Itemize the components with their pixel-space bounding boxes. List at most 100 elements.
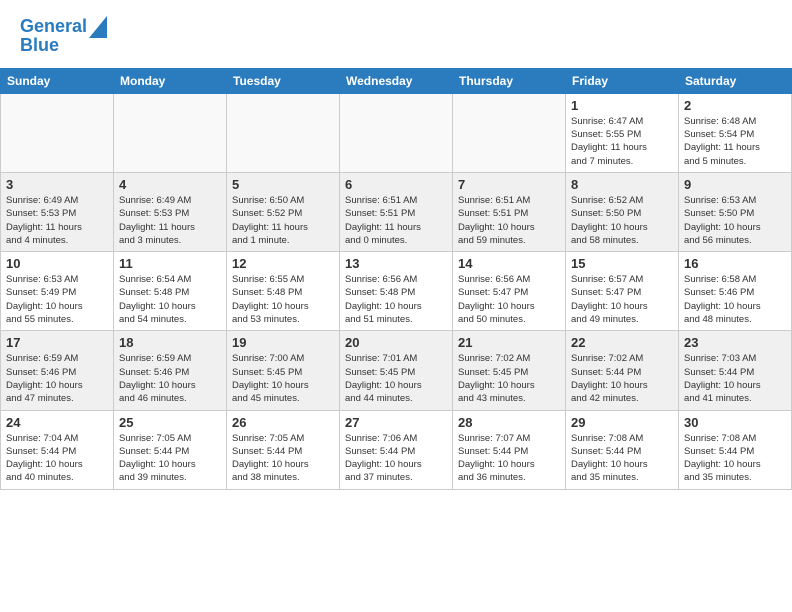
day-number: 11 [119,256,221,271]
day-info: Sunrise: 7:05 AM Sunset: 5:44 PM Dayligh… [119,432,221,485]
calendar-cell: 15 Sunrise: 6:57 AM Sunset: 5:47 PM Dayli… [566,252,679,331]
calendar-cell: 24 Sunrise: 7:04 AM Sunset: 5:44 PM Dayli… [1,410,114,489]
calendar-cell: 10 Sunrise: 6:53 AM Sunset: 5:49 PM Dayli… [1,252,114,331]
calendar-cell: 4Sunrise: 6:49 AM Sunset: 5:53 PM Daylig… [114,172,227,251]
day-number: 6 [345,177,447,192]
calendar-cell: 6Sunrise: 6:51 AM Sunset: 5:51 PM Daylig… [340,172,453,251]
calendar-cell: 28 Sunrise: 7:07 AM Sunset: 5:44 PM Dayli… [453,410,566,489]
day-number: 20 [345,335,447,350]
calendar-cell: 2 Sunrise: 6:48 AM Sunset: 5:54 PM Daylig… [679,93,792,172]
day-number: 28 [458,415,560,430]
day-number: 16 [684,256,786,271]
day-number: 26 [232,415,334,430]
day-info: Sunrise: 7:08 AM Sunset: 5:44 PM Dayligh… [684,432,786,485]
day-info: Sunrise: 6:53 AM Sunset: 5:49 PM Dayligh… [6,273,108,326]
day-number: 19 [232,335,334,350]
weekday-header-row: SundayMondayTuesdayWednesdayThursdayFrid… [1,68,792,93]
calendar-cell: 3 Sunrise: 6:49 AM Sunset: 5:53 PM Daylig… [1,172,114,251]
day-info: Sunrise: 6:48 AM Sunset: 5:54 PM Dayligh… [684,115,786,168]
day-number: 10 [6,256,108,271]
day-number: 18 [119,335,221,350]
calendar-cell: 11 Sunrise: 6:54 AM Sunset: 5:48 PM Dayli… [114,252,227,331]
page-header: General Blue [0,0,792,64]
logo-icon [89,16,107,38]
day-info: Sunrise: 7:01 AM Sunset: 5:45 PM Dayligh… [345,352,447,405]
day-number: 8 [571,177,673,192]
weekday-header-friday: Friday [566,68,679,93]
day-info: Sunrise: 6:49 AM Sunset: 5:53 PM Dayligh… [6,194,108,247]
calendar-cell: 22 Sunrise: 7:02 AM Sunset: 5:44 PM Dayli… [566,331,679,410]
calendar-cell: 29 Sunrise: 7:08 AM Sunset: 5:44 PM Dayli… [566,410,679,489]
calendar-cell: 16Sunrise: 6:58 AM Sunset: 5:46 PM Dayli… [679,252,792,331]
calendar-cell: 20 Sunrise: 7:01 AM Sunset: 5:45 PM Dayli… [340,331,453,410]
day-number: 29 [571,415,673,430]
day-number: 2 [684,98,786,113]
calendar-cell: 30Sunrise: 7:08 AM Sunset: 5:44 PM Dayli… [679,410,792,489]
calendar-cell: 8 Sunrise: 6:52 AM Sunset: 5:50 PM Daylig… [566,172,679,251]
calendar-cell: 5 Sunrise: 6:50 AM Sunset: 5:52 PM Daylig… [227,172,340,251]
day-number: 21 [458,335,560,350]
calendar-week-row: 10 Sunrise: 6:53 AM Sunset: 5:49 PM Dayli… [1,252,792,331]
day-number: 7 [458,177,560,192]
calendar-week-row: 1 Sunrise: 6:47 AM Sunset: 5:55 PM Daylig… [1,93,792,172]
calendar-cell [453,93,566,172]
calendar-cell: 1 Sunrise: 6:47 AM Sunset: 5:55 PM Daylig… [566,93,679,172]
day-info: Sunrise: 7:04 AM Sunset: 5:44 PM Dayligh… [6,432,108,485]
day-number: 15 [571,256,673,271]
day-info: Sunrise: 6:57 AM Sunset: 5:47 PM Dayligh… [571,273,673,326]
day-info: Sunrise: 7:06 AM Sunset: 5:44 PM Dayligh… [345,432,447,485]
weekday-header-thursday: Thursday [453,68,566,93]
day-info: Sunrise: 7:02 AM Sunset: 5:45 PM Dayligh… [458,352,560,405]
day-number: 27 [345,415,447,430]
day-number: 5 [232,177,334,192]
calendar-cell: 19 Sunrise: 7:00 AM Sunset: 5:45 PM Dayli… [227,331,340,410]
calendar-week-row: 3 Sunrise: 6:49 AM Sunset: 5:53 PM Daylig… [1,172,792,251]
day-number: 25 [119,415,221,430]
calendar-cell: 27 Sunrise: 7:06 AM Sunset: 5:44 PM Dayli… [340,410,453,489]
day-number: 24 [6,415,108,430]
day-number: 3 [6,177,108,192]
calendar-cell [340,93,453,172]
day-number: 22 [571,335,673,350]
calendar-week-row: 24 Sunrise: 7:04 AM Sunset: 5:44 PM Dayli… [1,410,792,489]
day-number: 4 [119,177,221,192]
day-info: Sunrise: 6:52 AM Sunset: 5:50 PM Dayligh… [571,194,673,247]
calendar-cell: 9 Sunrise: 6:53 AM Sunset: 5:50 PM Daylig… [679,172,792,251]
calendar-cell: 14Sunrise: 6:56 AM Sunset: 5:47 PM Dayli… [453,252,566,331]
day-info: Sunrise: 6:54 AM Sunset: 5:48 PM Dayligh… [119,273,221,326]
day-number: 13 [345,256,447,271]
day-info: Sunrise: 6:50 AM Sunset: 5:52 PM Dayligh… [232,194,334,247]
day-info: Sunrise: 6:56 AM Sunset: 5:48 PM Dayligh… [345,273,447,326]
calendar-week-row: 17 Sunrise: 6:59 AM Sunset: 5:46 PM Dayli… [1,331,792,410]
calendar-cell: 12Sunrise: 6:55 AM Sunset: 5:48 PM Dayli… [227,252,340,331]
logo: General Blue [20,16,107,56]
calendar-cell: 17 Sunrise: 6:59 AM Sunset: 5:46 PM Dayli… [1,331,114,410]
day-info: Sunrise: 7:08 AM Sunset: 5:44 PM Dayligh… [571,432,673,485]
day-info: Sunrise: 7:07 AM Sunset: 5:44 PM Dayligh… [458,432,560,485]
calendar-table: SundayMondayTuesdayWednesdayThursdayFrid… [0,68,792,490]
day-info: Sunrise: 6:59 AM Sunset: 5:46 PM Dayligh… [6,352,108,405]
day-info: Sunrise: 6:51 AM Sunset: 5:51 PM Dayligh… [458,194,560,247]
day-number: 17 [6,335,108,350]
logo-blue-text: Blue [20,36,59,56]
day-number: 9 [684,177,786,192]
calendar-cell: 13 Sunrise: 6:56 AM Sunset: 5:48 PM Dayli… [340,252,453,331]
calendar-cell: 23 Sunrise: 7:03 AM Sunset: 5:44 PM Dayli… [679,331,792,410]
day-number: 1 [571,98,673,113]
day-info: Sunrise: 6:47 AM Sunset: 5:55 PM Dayligh… [571,115,673,168]
day-number: 23 [684,335,786,350]
calendar-cell: 26Sunrise: 7:05 AM Sunset: 5:44 PM Dayli… [227,410,340,489]
calendar-cell: 21 Sunrise: 7:02 AM Sunset: 5:45 PM Dayli… [453,331,566,410]
weekday-header-monday: Monday [114,68,227,93]
day-number: 14 [458,256,560,271]
calendar-cell [114,93,227,172]
calendar-cell: 7 Sunrise: 6:51 AM Sunset: 5:51 PM Daylig… [453,172,566,251]
weekday-header-sunday: Sunday [1,68,114,93]
day-info: Sunrise: 7:03 AM Sunset: 5:44 PM Dayligh… [684,352,786,405]
day-info: Sunrise: 7:02 AM Sunset: 5:44 PM Dayligh… [571,352,673,405]
day-info: Sunrise: 6:53 AM Sunset: 5:50 PM Dayligh… [684,194,786,247]
day-info: Sunrise: 7:00 AM Sunset: 5:45 PM Dayligh… [232,352,334,405]
day-info: Sunrise: 6:59 AM Sunset: 5:46 PM Dayligh… [119,352,221,405]
day-number: 12 [232,256,334,271]
calendar-cell [1,93,114,172]
